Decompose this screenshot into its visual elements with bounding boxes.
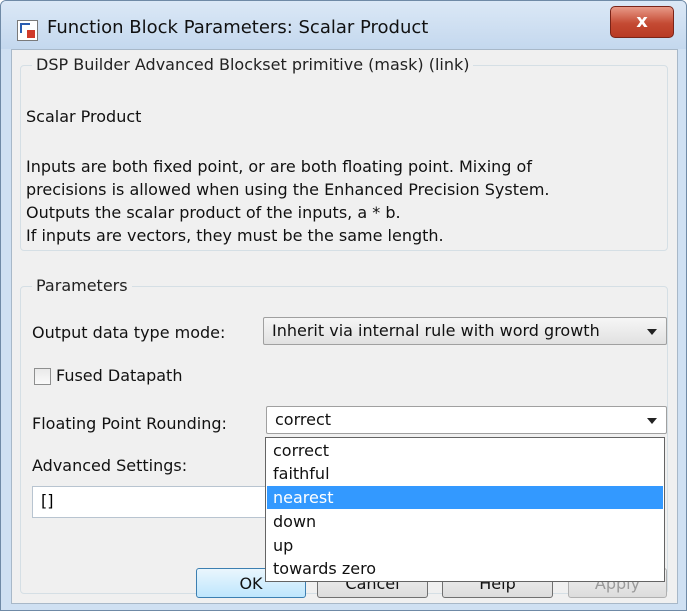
- block-name: Scalar Product: [26, 107, 142, 126]
- advanced-settings-label: Advanced Settings:: [32, 456, 188, 475]
- dialog-window: Function Block Parameters: Scalar Produc…: [0, 0, 687, 611]
- description-line: If inputs are vectors, they must be the …: [26, 226, 444, 245]
- chevron-down-icon: [647, 329, 657, 335]
- close-button[interactable]: x: [610, 6, 674, 38]
- window-title: Function Block Parameters: Scalar Produc…: [47, 17, 429, 38]
- output-mode-value: Inherit via internal rule with word grow…: [272, 321, 600, 340]
- chevron-down-icon: [647, 418, 657, 424]
- output-mode-select[interactable]: Inherit via internal rule with word grow…: [263, 317, 667, 345]
- dropdown-option-up[interactable]: up: [267, 534, 663, 557]
- dropdown-option-down[interactable]: down: [267, 510, 663, 533]
- block-description: Inputs are both fixed point, or are both…: [26, 155, 550, 247]
- simulink-app-icon: [17, 20, 38, 41]
- fused-datapath-checkbox[interactable]: [34, 368, 51, 385]
- rounding-dropdown-list: correct faithful nearest down up towards…: [265, 437, 665, 582]
- dropdown-option-nearest[interactable]: nearest: [267, 486, 663, 509]
- rounding-select[interactable]: correct: [266, 406, 667, 434]
- output-mode-label: Output data type mode:: [32, 323, 226, 342]
- dropdown-option-correct[interactable]: correct: [267, 439, 663, 462]
- description-line: Outputs the scalar product of the inputs…: [26, 203, 401, 222]
- advanced-settings-value: []: [41, 491, 54, 510]
- fused-datapath-label: Fused Datapath: [56, 366, 183, 385]
- dropdown-option-towards-zero[interactable]: towards zero: [267, 557, 663, 580]
- rounding-value: correct: [275, 410, 332, 429]
- dropdown-option-faithful[interactable]: faithful: [267, 462, 663, 485]
- description-line: Inputs are both fixed point, or are both…: [26, 157, 532, 176]
- parameters-legend: Parameters: [32, 276, 132, 295]
- description-line: precisions is allowed when using the Enh…: [26, 180, 550, 199]
- title-bar[interactable]: Function Block Parameters: Scalar Produc…: [1, 1, 686, 49]
- mask-group-legend: DSP Builder Advanced Blockset primitive …: [32, 55, 474, 74]
- rounding-label: Floating Point Rounding:: [32, 414, 227, 433]
